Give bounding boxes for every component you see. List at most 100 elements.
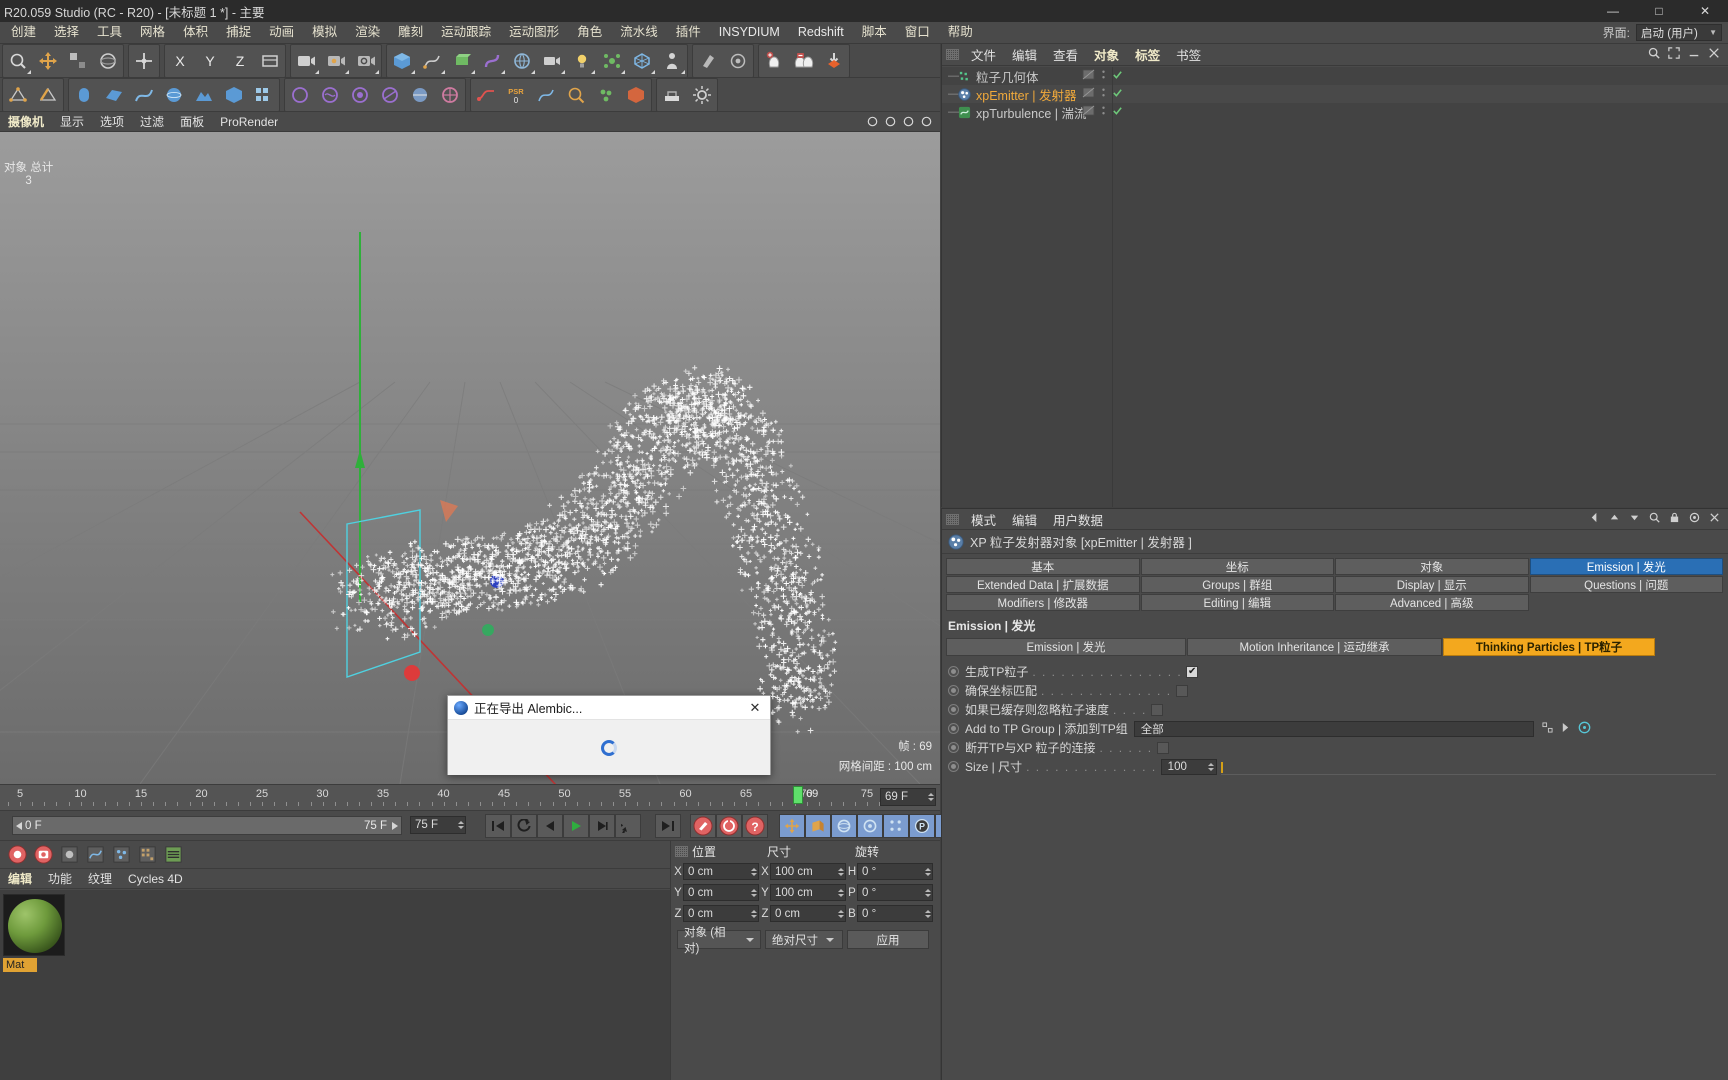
menu-item-脚本[interactable]: 脚本 (853, 22, 896, 43)
forward-arrow-icon[interactable] (1609, 512, 1620, 526)
dot-toggle-icon[interactable] (1101, 105, 1106, 119)
xp-tool-button[interactable] (561, 80, 591, 110)
object-menu-对象[interactable]: 对象 (1086, 45, 1127, 64)
object-menu-文件[interactable]: 文件 (963, 45, 1004, 64)
playback-range-track[interactable]: 0 F 75 F (12, 816, 402, 835)
close-panel-icon[interactable] (1708, 47, 1720, 62)
key-position-button[interactable] (779, 814, 805, 838)
range-right-arrow-icon[interactable] (392, 822, 398, 830)
xp-emitter-add-button[interactable] (759, 46, 789, 76)
autokey-button[interactable] (716, 814, 742, 838)
coord-rotation-h-field[interactable]: 0 ° (857, 863, 933, 880)
panel-grip-icon[interactable] (946, 49, 959, 60)
character-button[interactable] (657, 46, 687, 76)
spinner-icon[interactable] (749, 864, 758, 880)
coord-size-y-field[interactable]: 100 cm (770, 884, 846, 901)
close-button[interactable]: ✕ (1682, 0, 1728, 22)
sphere-button[interactable] (159, 80, 189, 110)
coord-size-z-field[interactable]: 0 cm (770, 905, 846, 922)
param-bullet-icon[interactable] (948, 723, 959, 734)
material-menu-功能[interactable]: 功能 (40, 870, 80, 887)
goto-next-key-button[interactable] (615, 814, 641, 838)
menu-item-运动跟踪[interactable]: 运动跟踪 (432, 22, 500, 43)
lock-z-axis-button[interactable]: Z (225, 46, 255, 76)
environment-button[interactable] (507, 46, 537, 76)
spinner-icon[interactable] (836, 864, 845, 880)
param-bullet-icon[interactable] (948, 666, 959, 677)
param-checkbox[interactable] (1156, 741, 1169, 754)
light-button[interactable] (567, 46, 597, 76)
twist-deformer-button[interactable] (315, 80, 345, 110)
cube2-button[interactable] (219, 80, 249, 110)
material-menu-cycles-4d[interactable]: Cycles 4D (120, 872, 191, 886)
coord-rotation-p-field[interactable]: 0 ° (857, 884, 933, 901)
material-menu-编辑[interactable]: 编辑 (0, 870, 40, 887)
pick-target-icon[interactable] (1542, 721, 1553, 736)
spinner-icon[interactable] (923, 864, 932, 880)
panel-grip-icon[interactable] (946, 513, 959, 525)
spline-pen-button[interactable] (417, 46, 447, 76)
attribute-menu-编辑[interactable]: 编辑 (1004, 510, 1045, 529)
render-region-button[interactable] (321, 46, 351, 76)
xp-geometry-button[interactable] (621, 80, 651, 110)
array-button[interactable] (249, 80, 279, 110)
coord-position-y-field[interactable]: 0 cm (683, 884, 759, 901)
menu-item-选择[interactable]: 选择 (45, 22, 88, 43)
material-menu-纹理[interactable]: 纹理 (80, 870, 120, 887)
spinner-icon[interactable] (923, 906, 932, 922)
menu-item-流水线[interactable]: 流水线 (611, 22, 667, 43)
visibility-toggle-icon[interactable] (1082, 105, 1095, 119)
coord-size-dropdown[interactable]: 绝对尺寸 (765, 930, 843, 949)
scale-tool[interactable] (63, 46, 93, 76)
key-rotation-button[interactable] (831, 814, 857, 838)
bulge-deformer-button[interactable] (345, 80, 375, 110)
enable-check-icon[interactable] (1112, 105, 1123, 119)
param-number-field[interactable]: 100 (1160, 758, 1217, 775)
object-row[interactable]: — xpTurbulence | 湍流 (942, 103, 1728, 121)
xp-constraint-button[interactable] (657, 80, 687, 110)
goto-prev-key-button[interactable] (511, 814, 537, 838)
param-checkbox[interactable] (1175, 684, 1188, 697)
visibility-toggle-icon[interactable] (1082, 87, 1095, 101)
play-button[interactable] (563, 814, 589, 838)
cube-primitive-button[interactable] (387, 46, 417, 76)
visibility-toggle-icon[interactable] (1082, 69, 1095, 83)
target-circle-icon[interactable] (1578, 721, 1591, 737)
menu-item-insydium[interactable]: INSYDIUM (710, 22, 789, 43)
record-button[interactable] (4, 843, 30, 867)
plane-button[interactable] (99, 80, 129, 110)
coord-mode-dropdown[interactable]: 对象 (相对) (677, 927, 761, 955)
object-row[interactable]: — xpEmitter | 发射器 (942, 85, 1728, 103)
object-menu-编辑[interactable]: 编辑 (1004, 45, 1045, 64)
xp-trails-button[interactable] (471, 80, 501, 110)
viewport-menu-摄像机[interactable]: 摄像机 (0, 113, 52, 130)
attribute-menu-模式[interactable]: 模式 (963, 510, 1004, 529)
menu-item-帮助[interactable]: 帮助 (939, 22, 982, 43)
move-tool[interactable] (33, 46, 63, 76)
search-icon[interactable] (1648, 47, 1660, 62)
xp-spline-button[interactable] (531, 80, 561, 110)
dot-toggle-icon[interactable] (1101, 87, 1106, 101)
attribute-tab-groups-群组[interactable]: Groups | 群组 (1140, 576, 1334, 593)
spinner-icon[interactable] (1207, 759, 1216, 775)
spinner-icon[interactable] (926, 789, 935, 805)
bend-deformer-button[interactable] (285, 80, 315, 110)
menu-item-redshift[interactable]: Redshift (789, 22, 853, 43)
object-tree[interactable]: — 粒子几何体 — xpEmitter | 发射器 — xpTurbulence | 湍流 (942, 67, 1728, 507)
xp-cluster-button[interactable] (591, 80, 621, 110)
viewport-menu-prorender[interactable]: ProRender (212, 115, 286, 129)
render-settings-button[interactable] (351, 46, 381, 76)
back-arrow-icon[interactable] (1589, 512, 1600, 526)
settings-gear-button[interactable] (687, 80, 717, 110)
keyframe-help-button[interactable]: ? (742, 814, 768, 838)
psr-button[interactable]: PSR 0 (501, 80, 531, 110)
timeline-ruler[interactable]: 5 10 15 20 25 30 35 40 45 50 55 60 65 70 75 (0, 785, 880, 811)
param-bullet-icon[interactable] (948, 704, 959, 715)
param-checkbox[interactable] (1186, 665, 1199, 678)
spinner-icon[interactable] (836, 906, 845, 922)
param-bullet-icon[interactable] (948, 742, 959, 753)
arrow-right-icon[interactable] (1561, 722, 1570, 736)
menu-item-角色[interactable]: 角色 (568, 22, 611, 43)
object-menu-查看[interactable]: 查看 (1045, 45, 1086, 64)
attribute-tab-对象[interactable]: 对象 (1335, 558, 1529, 575)
